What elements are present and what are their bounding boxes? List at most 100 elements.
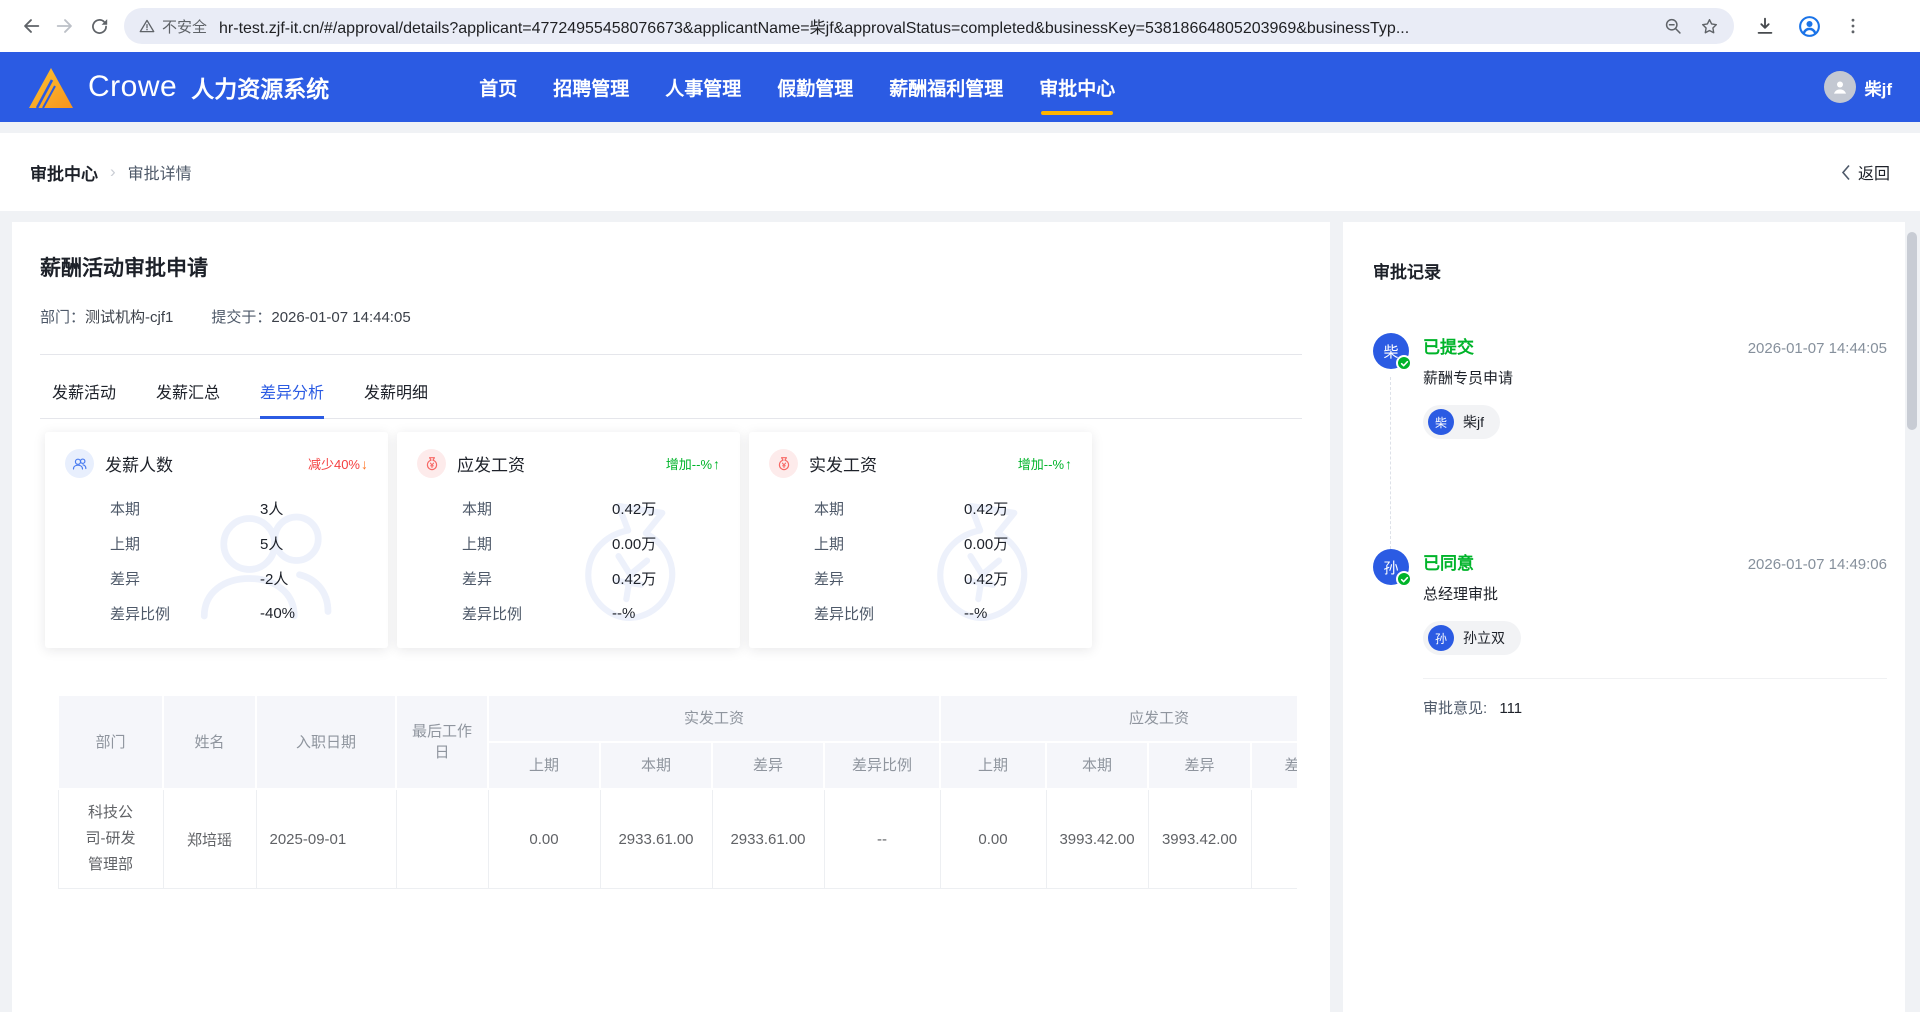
stat-row: 差异 0.42万 xyxy=(417,561,720,596)
download-icon[interactable] xyxy=(1748,9,1782,43)
browser-back-icon[interactable] xyxy=(14,9,48,43)
back-button[interactable]: 返回 xyxy=(1841,160,1890,184)
trend-arrow-icon: ↓ xyxy=(361,455,368,472)
stat-card-title: 实发工资 xyxy=(809,456,877,475)
brand-name: Crowe xyxy=(88,70,178,103)
approval-timeline: 柴 已提交 2026-01-07 14:44:05 薪酬专员申请 柴 柴jf 孙 xyxy=(1373,333,1895,718)
record-timestamp: 2026-01-07 14:49:06 xyxy=(1747,556,1887,573)
brand-logo[interactable]: Crowe 人力资源系统 xyxy=(28,52,329,122)
browser-profile-icon[interactable] xyxy=(1792,9,1826,43)
stat-row-value: --% xyxy=(612,605,636,622)
stat-row-label: 差异比例 xyxy=(814,606,875,623)
security-chip[interactable]: 不安全 xyxy=(138,16,207,37)
stat-row-value: 0.00万 xyxy=(964,536,1009,553)
page-scrollbar[interactable] xyxy=(1907,232,1917,430)
divider xyxy=(40,354,1302,355)
stat-row-value: --% xyxy=(964,605,988,622)
nav-menu-item[interactable]: 假勤管理 xyxy=(777,52,853,122)
member-tag: 孙 孙立双 xyxy=(1423,621,1521,655)
tab[interactable]: 发薪活动 xyxy=(52,379,116,418)
approval-detail-panel: 薪酬活动审批申请 部门：测试机构-cjf1 提交于：2026-01-07 14:… xyxy=(12,222,1330,1012)
nav-item-label: 薪酬福利管理 xyxy=(889,78,1004,100)
nav-menu-item[interactable]: 审批中心 xyxy=(1039,52,1115,122)
timeline-connector xyxy=(1390,377,1391,549)
trend-badge-text: 增加--% xyxy=(665,457,712,472)
approval-opinion: 审批意见: 111 xyxy=(1423,678,1887,718)
breadcrumb-current: 审批详情 xyxy=(127,166,192,183)
bookmark-star-icon[interactable] xyxy=(1699,16,1720,37)
stat-card-title: 发薪人数 xyxy=(105,456,173,475)
tab-label: 发薪活动 xyxy=(52,385,117,402)
money-bag-icon xyxy=(778,456,789,470)
nav-menu-item[interactable]: 人事管理 xyxy=(665,52,741,122)
stat-rows: 本期 0.42万 上期 0.00万 差异 0.42万 差异比例 --% xyxy=(769,491,1072,631)
stat-row: 差异 0.42万 xyxy=(769,561,1072,596)
browser-reload-icon[interactable] xyxy=(82,9,116,43)
browser-toolbar: 不安全 hr-test.zjf-it.cn/#/approval/details… xyxy=(0,0,1920,52)
table-cell xyxy=(1250,788,1297,889)
check-icon xyxy=(1396,355,1412,371)
stat-rows: 本期 0.42万 上期 0.00万 差异 0.42万 差异比例 --% xyxy=(417,491,720,631)
tab-label: 发薪汇总 xyxy=(156,385,221,402)
member-name: 孙立双 xyxy=(1463,630,1505,646)
tab-bar: 发薪活动 发薪汇总 差异分析 发薪明细 xyxy=(40,379,1302,419)
address-bar[interactable]: 不安全 hr-test.zjf-it.cn/#/approval/details… xyxy=(124,8,1734,44)
url-text[interactable]: hr-test.zjf-it.cn/#/approval/details?app… xyxy=(219,14,1651,38)
people-icon xyxy=(72,457,86,470)
tab[interactable]: 发薪汇总 xyxy=(156,379,220,418)
nav-item-label: 招聘管理 xyxy=(553,78,630,100)
subcol-prev: 上期 xyxy=(939,741,1048,790)
member-avatar: 柴 xyxy=(1428,409,1454,435)
page-title: 薪酬活动审批申请 xyxy=(40,257,208,280)
stat-row-value: 0.42万 xyxy=(612,501,657,518)
stat-row-value: 3人 xyxy=(260,501,284,518)
table-cell: -- xyxy=(823,788,941,889)
subcol-current: 本期 xyxy=(599,741,713,790)
stat-card-header: 应发工资 增加--% ↑ xyxy=(417,449,720,478)
record-status: 已同意 xyxy=(1423,554,1474,573)
browser-menu-icon[interactable] xyxy=(1836,9,1870,43)
breadcrumb-root[interactable]: 审批中心 xyxy=(30,160,98,185)
request-meta: 部门：测试机构-cjf1 提交于：2026-01-07 14:44:05 xyxy=(40,306,1302,327)
col-header-last-day: 最后工作日 xyxy=(395,694,489,790)
breadcrumb: 审批中心 › 审批详情 返回 xyxy=(0,133,1920,211)
tab[interactable]: 差异分析 xyxy=(260,379,325,419)
dept-meta: 部门：测试机构-cjf1 xyxy=(40,309,174,326)
stat-cards-row: 发薪人数 减少40% ↓ 本期 3人 上期 5人 差异 -2人 差异比例 -40… xyxy=(40,432,1302,648)
record-step-name: 总经理审批 xyxy=(1423,586,1499,603)
trend-badge-text: 减少40% xyxy=(307,457,360,472)
stat-row-label: 本期 xyxy=(110,501,141,518)
group-header-net-pay: 实发工资 xyxy=(486,694,942,743)
subcol-current: 本期 xyxy=(1045,741,1150,790)
stat-row: 本期 3人 xyxy=(65,491,368,526)
nav-menu-item[interactable]: 招聘管理 xyxy=(553,52,629,122)
browser-forward-icon[interactable] xyxy=(48,9,82,43)
stat-row-value: -2人 xyxy=(260,571,289,588)
nav-menu-item[interactable]: 首页 xyxy=(479,52,517,122)
zoom-out-icon[interactable] xyxy=(1663,16,1683,36)
submit-time-value: 2026-01-07 14:44:05 xyxy=(271,309,411,326)
stat-row-value: 0.42万 xyxy=(612,571,657,588)
stat-card-icon xyxy=(417,449,446,478)
nav-menu: 首页 招聘管理 人事管理 假勤管理 薪酬福利管理 审批中心 xyxy=(479,52,1115,122)
subcol-diff: 差异 xyxy=(1147,741,1253,790)
user-menu[interactable]: 柴jf xyxy=(1823,52,1892,122)
record-timestamp: 2026-01-07 14:44:05 xyxy=(1747,340,1887,357)
nav-menu-item[interactable]: 薪酬福利管理 xyxy=(889,52,1003,122)
stat-card-title: 应发工资 xyxy=(457,456,525,475)
approval-record: 孙 已同意 2026-01-07 14:49:06 总经理审批 孙 孙立双 审批… xyxy=(1373,549,1887,718)
stat-row-label: 上期 xyxy=(814,536,845,553)
col-header-hire-date: 入职日期 xyxy=(255,694,397,790)
diff-table: 部门 姓名 入职日期 最后工作日 实发工资 应发工资 上期 本期 差异 差异比例… xyxy=(57,694,1297,889)
stat-row-value: 0.42万 xyxy=(964,571,1009,588)
nav-item-label: 人事管理 xyxy=(665,78,742,100)
table-cell: 郑培瑶 xyxy=(162,788,257,889)
stat-row: 上期 0.00万 xyxy=(417,526,720,561)
breadcrumb-separator-icon: › xyxy=(110,162,116,181)
submit-meta: 提交于：2026-01-07 14:44:05 xyxy=(211,309,411,326)
trend-badge-text: 增加--% xyxy=(1017,457,1064,472)
username: 柴jf xyxy=(1864,79,1892,99)
member-tag: 柴 柴jf xyxy=(1423,405,1500,439)
tab[interactable]: 发薪明细 xyxy=(364,379,428,418)
stat-card: 应发工资 增加--% ↑ 本期 0.42万 上期 0.00万 差异 0.42万 … xyxy=(397,432,740,648)
